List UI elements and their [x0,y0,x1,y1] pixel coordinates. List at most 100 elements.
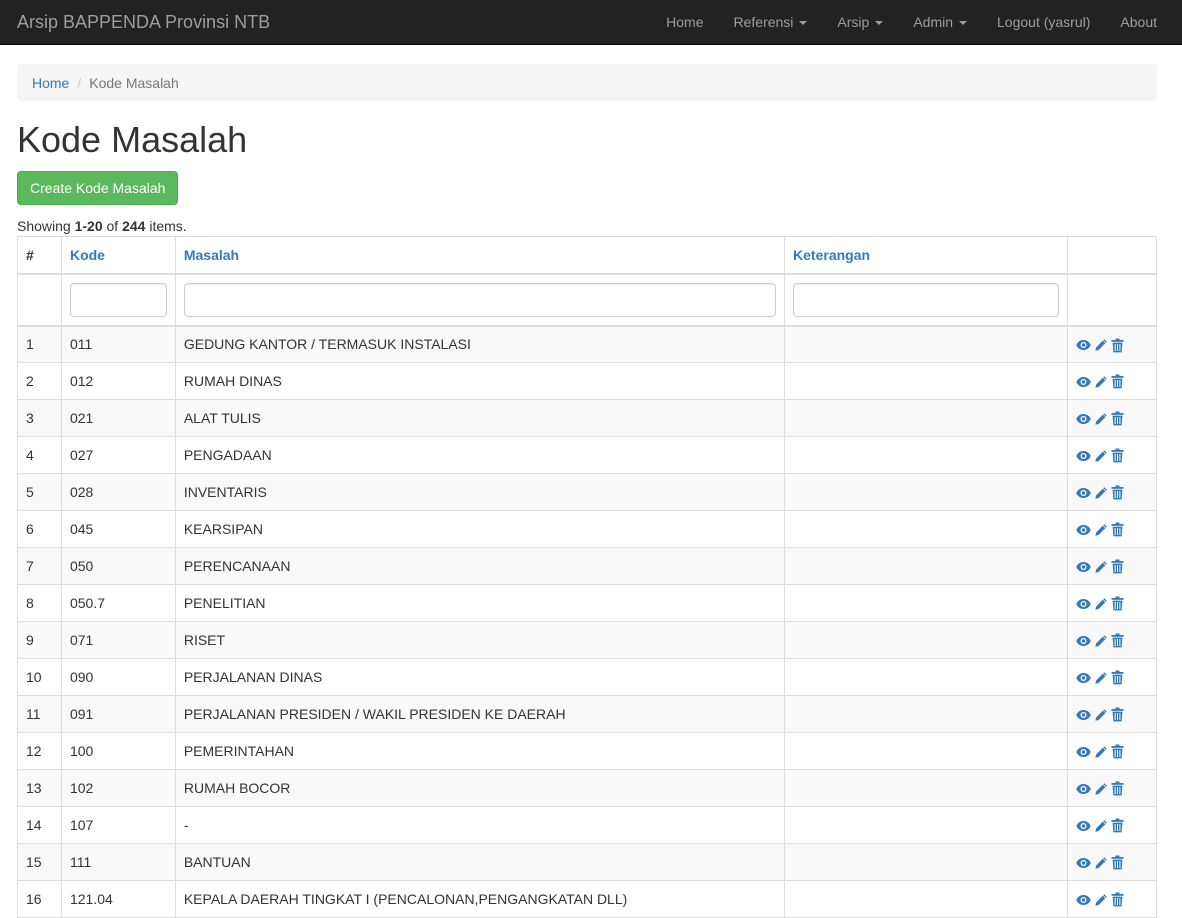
trash-icon[interactable] [1111,781,1124,796]
pencil-icon[interactable] [1094,560,1108,574]
eye-icon[interactable] [1076,746,1091,758]
pencil-icon[interactable] [1094,671,1108,685]
cell-masalah: PERJALANAN PRESIDEN / WAKIL PRESIDEN KE … [174,695,786,733]
table-row: 7 050 PERENCANAAN [17,547,1157,585]
pencil-icon[interactable] [1094,486,1108,500]
filter-masalah-input[interactable] [183,282,777,317]
eye-icon[interactable] [1076,598,1091,610]
nav-item-referensi[interactable]: Referensi [719,0,823,45]
eye-icon[interactable] [1076,561,1091,573]
trash-icon[interactable] [1111,744,1124,759]
pencil-icon[interactable] [1094,856,1108,870]
cell-masalah: KEPALA DAERAH TINGKAT I (PENCALONAN,PENG… [174,880,786,918]
cell-num: 16 [17,880,62,918]
eye-icon[interactable] [1076,820,1091,832]
eye-icon[interactable] [1076,709,1091,721]
pencil-icon[interactable] [1094,745,1108,759]
cell-kode: 091 [60,695,176,733]
cell-masalah: RUMAH DINAS [174,362,786,400]
cell-num: 7 [17,547,62,585]
cell-keterangan [784,399,1069,437]
summary-of: of [102,218,123,234]
create-kode-masalah-button[interactable]: Create Kode Masalah [17,171,179,205]
eye-icon[interactable] [1076,894,1091,906]
filter-kode-input[interactable] [69,282,167,317]
cell-actions [1067,436,1157,474]
table-row: 2 012 RUMAH DINAS [17,362,1157,400]
sort-keterangan-link[interactable]: Keterangan [793,247,870,263]
trash-icon[interactable] [1111,559,1124,574]
eye-icon[interactable] [1076,376,1091,388]
breadcrumb-home-link[interactable]: Home [32,75,69,91]
nav-item-logout[interactable]: Logout (yasrul) [982,0,1105,45]
cell-actions [1067,658,1157,696]
trash-icon[interactable] [1111,448,1124,463]
cell-kode: 071 [60,621,176,659]
cell-num: 5 [17,473,62,511]
pencil-icon[interactable] [1094,338,1108,352]
trash-icon[interactable] [1111,374,1124,389]
cell-kode: 050 [60,547,176,585]
trash-icon[interactable] [1111,892,1124,907]
breadcrumb-separator: / [77,74,82,91]
pencil-icon[interactable] [1094,782,1108,796]
eye-icon[interactable] [1076,672,1091,684]
trash-icon[interactable] [1111,855,1124,870]
trash-icon[interactable] [1111,818,1124,833]
trash-icon[interactable] [1111,522,1124,537]
cell-masalah: KEARSIPAN [174,510,786,548]
eye-icon[interactable] [1076,413,1091,425]
cell-kode: 090 [60,658,176,696]
trash-icon[interactable] [1111,411,1124,426]
eye-icon[interactable] [1076,487,1091,499]
trash-icon[interactable] [1111,633,1124,648]
trash-icon[interactable] [1111,707,1124,722]
eye-icon[interactable] [1076,339,1091,351]
sort-masalah-link[interactable]: Masalah [184,247,239,263]
pencil-icon[interactable] [1094,412,1108,426]
cell-kode: 027 [60,436,176,474]
grid-summary: Showing 1-20 of 244 items. [17,216,1157,236]
trash-icon[interactable] [1111,485,1124,500]
pencil-icon[interactable] [1094,449,1108,463]
nav-item-admin[interactable]: Admin [898,0,982,45]
eye-icon[interactable] [1076,524,1091,536]
nav-item-home[interactable]: Home [651,0,718,45]
sort-kode-link[interactable]: Kode [70,247,105,263]
cell-num: 14 [17,806,62,844]
trash-icon[interactable] [1111,670,1124,685]
cell-masalah: PENELITIAN [174,584,786,622]
table-row: 14 107- [17,806,1157,844]
pencil-icon[interactable] [1094,634,1108,648]
nav-item-label: Home [666,13,704,30]
eye-icon[interactable] [1076,783,1091,795]
cell-keterangan [784,362,1069,400]
cell-kode: 102 [60,769,176,807]
trash-icon[interactable] [1111,338,1124,353]
cell-actions [1067,325,1157,363]
filter-keterangan-input[interactable] [793,282,1060,317]
main-container: Home / Kode Masalah Kode Masalah Create … [0,64,1182,918]
nav-item-arsip[interactable]: Arsip [822,0,898,45]
nav-item-label: Admin [913,13,954,30]
pencil-icon[interactable] [1094,597,1108,611]
filter-row [17,273,1157,327]
cell-keterangan [784,658,1069,696]
cell-num: 4 [17,436,62,474]
pencil-icon[interactable] [1094,708,1108,722]
pencil-icon[interactable] [1094,375,1108,389]
header-keterangan: Keterangan [784,236,1069,275]
eye-icon[interactable] [1076,857,1091,869]
cell-kode: 107 [60,806,176,844]
pencil-icon[interactable] [1094,523,1108,537]
pencil-icon[interactable] [1094,893,1108,907]
brand-link[interactable]: Arsip BAPPENDA Provinsi NTB [17,0,270,45]
cell-keterangan [784,732,1069,770]
nav-item-about[interactable]: About [1105,0,1182,45]
eye-icon[interactable] [1076,450,1091,462]
trash-icon[interactable] [1111,596,1124,611]
eye-icon[interactable] [1076,635,1091,647]
cell-keterangan [784,806,1069,844]
pencil-icon[interactable] [1094,819,1108,833]
cell-kode: 100 [60,732,176,770]
